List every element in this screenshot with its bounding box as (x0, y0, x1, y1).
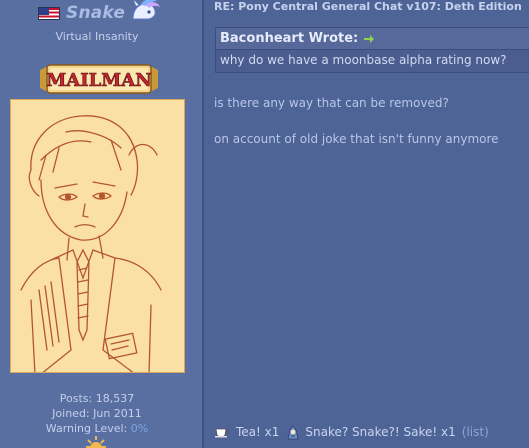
post-title[interactable]: RE: Pony Central General Chat v107: Deth… (214, 0, 522, 14)
green-arrow-icon[interactable] (363, 34, 375, 44)
user-join-date: Joined: Jun 2011 (52, 407, 142, 420)
post-line-2: on account of old joke that isn't funny … (214, 132, 499, 146)
username-link[interactable]: Snake (66, 3, 125, 23)
rep-item-snake: Snake? Snake?! Sake! x1 (305, 425, 456, 439)
quote-block: Baconheart Wrote: why do we have a moonb… (215, 27, 529, 73)
user-name-row: Snake (38, 0, 161, 24)
avatar-sketch (20, 115, 162, 372)
rank-banner-mailman: MAILMAN (40, 64, 158, 94)
pony-icon (132, 0, 161, 20)
rep-list-link[interactable]: (list) (462, 425, 489, 439)
user-sidebar: Snake Virtual Insanity MAILMAN Posts: 18… (0, 0, 204, 448)
sun-emblem-icon (86, 436, 106, 448)
user-post-count: Posts: 18,537 (59, 392, 135, 405)
reputation-bar: Tea! x1 Snake? Snake?! Sake! x1 (list) (214, 423, 489, 441)
rank-banner-text: MAILMAN (46, 70, 151, 91)
quote-author: Baconheart Wrote: (220, 31, 359, 46)
teacup-icon (215, 428, 229, 438)
pony-icon (287, 425, 299, 440)
user-custom-title: Virtual Insanity (55, 30, 139, 43)
warning-value-link[interactable]: 0% (131, 422, 148, 435)
quote-text: why do we have a moonbase alpha rating n… (220, 53, 507, 67)
post-line-1: is there any way that can be removed? (214, 96, 449, 110)
rep-item-tea: Tea! x1 (236, 425, 280, 439)
us-flag-icon (38, 6, 60, 20)
user-avatar (10, 99, 185, 373)
user-stats: Posts: 18,537 Joined: Jun 2011 Warning L… (0, 391, 194, 436)
quote-header: Baconheart Wrote: (216, 28, 529, 50)
